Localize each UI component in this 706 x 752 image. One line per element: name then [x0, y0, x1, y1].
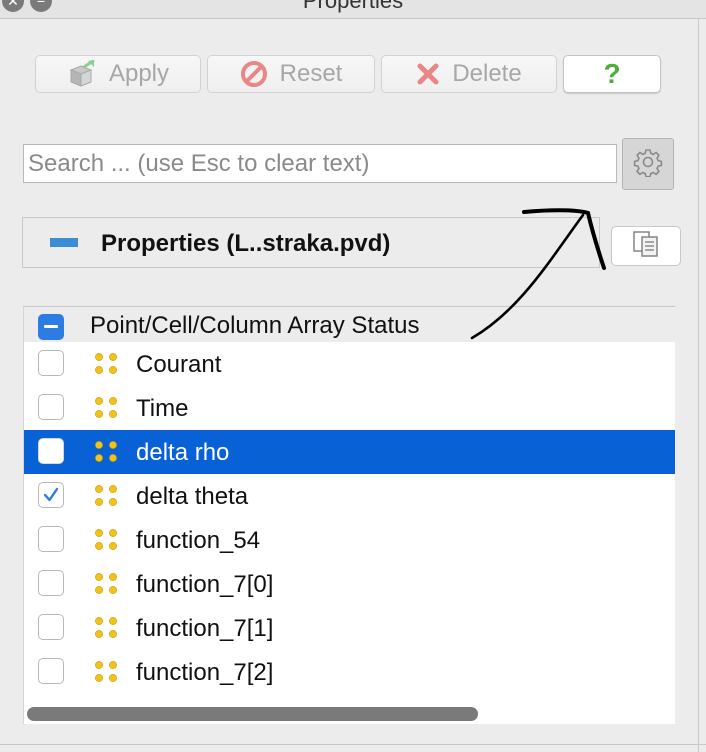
- array-label: function_54: [136, 527, 261, 554]
- delete-button[interactable]: Delete: [381, 55, 557, 93]
- search-input[interactable]: [23, 144, 617, 183]
- help-button[interactable]: ?: [563, 55, 661, 93]
- table-header-label: Point/Cell/Column Array Status: [90, 312, 420, 339]
- array-row[interactable]: function_54: [24, 518, 675, 562]
- array-label: Courant: [136, 351, 222, 378]
- array-checkbox[interactable]: [38, 614, 64, 640]
- array-row[interactable]: function_7[0]: [24, 562, 675, 606]
- apply-label: Apply: [108, 60, 170, 87]
- array-checkbox[interactable]: [38, 526, 64, 552]
- array-status-table: Point/Cell/Column Array Status Courant Ti…: [23, 306, 675, 724]
- array-label: function_7[0]: [136, 571, 274, 598]
- point-data-icon: [94, 352, 120, 378]
- array-checkbox[interactable]: [38, 570, 64, 596]
- section-title: Properties (L..straka.pvd): [101, 230, 391, 257]
- properties-section-header[interactable]: Properties (L..straka.pvd): [22, 217, 600, 268]
- point-data-icon: [94, 440, 120, 466]
- collapse-icon[interactable]: [50, 238, 78, 247]
- array-label: function_7[1]: [136, 615, 274, 642]
- array-row[interactable]: delta theta: [24, 474, 675, 518]
- point-data-icon: [94, 616, 120, 642]
- reset-button[interactable]: Reset: [207, 55, 375, 93]
- array-checkbox[interactable]: [38, 394, 64, 420]
- apply-cube-icon: [67, 60, 97, 88]
- panel-divider: [698, 18, 699, 752]
- array-row[interactable]: Courant: [24, 342, 675, 386]
- window-titlebar: ✕ − Properties: [0, 0, 706, 19]
- delete-label: Delete: [452, 60, 522, 87]
- apply-button[interactable]: Apply: [35, 55, 201, 93]
- point-data-icon: [94, 528, 120, 554]
- no-entry-icon: [240, 60, 268, 88]
- gear-icon: [633, 147, 663, 182]
- array-list: Courant Time delta rho delta theta function_…: [24, 342, 675, 694]
- table-header: Point/Cell/Column Array Status: [24, 307, 675, 342]
- array-row[interactable]: function_7[2]: [24, 650, 675, 694]
- bottom-divider: [0, 744, 706, 745]
- array-label: delta rho: [136, 439, 230, 466]
- help-question-icon: ?: [603, 58, 621, 89]
- array-label: Time: [136, 395, 189, 422]
- array-checkbox[interactable]: [38, 438, 64, 464]
- array-row[interactable]: Time: [24, 386, 675, 430]
- select-all-checkbox[interactable]: [38, 314, 64, 340]
- x-mark-icon: [416, 62, 440, 86]
- settings-button[interactable]: [622, 138, 674, 190]
- window-title: Properties: [302, 0, 404, 13]
- array-label: function_7[2]: [136, 659, 274, 686]
- horizontal-scrollbar[interactable]: [27, 707, 478, 721]
- point-data-icon: [94, 660, 120, 686]
- array-checkbox[interactable]: [38, 350, 64, 376]
- point-data-icon: [94, 396, 120, 422]
- copy-documents-icon: [631, 230, 661, 263]
- point-data-icon: [94, 484, 120, 510]
- array-label: delta theta: [136, 483, 249, 510]
- copy-properties-button[interactable]: [611, 226, 681, 266]
- array-row[interactable]: delta rho: [24, 430, 675, 474]
- reset-label: Reset: [279, 60, 343, 87]
- array-row[interactable]: function_7[1]: [24, 606, 675, 650]
- point-data-icon: [94, 572, 120, 598]
- array-checkbox[interactable]: [38, 482, 64, 508]
- array-checkbox[interactable]: [38, 658, 64, 684]
